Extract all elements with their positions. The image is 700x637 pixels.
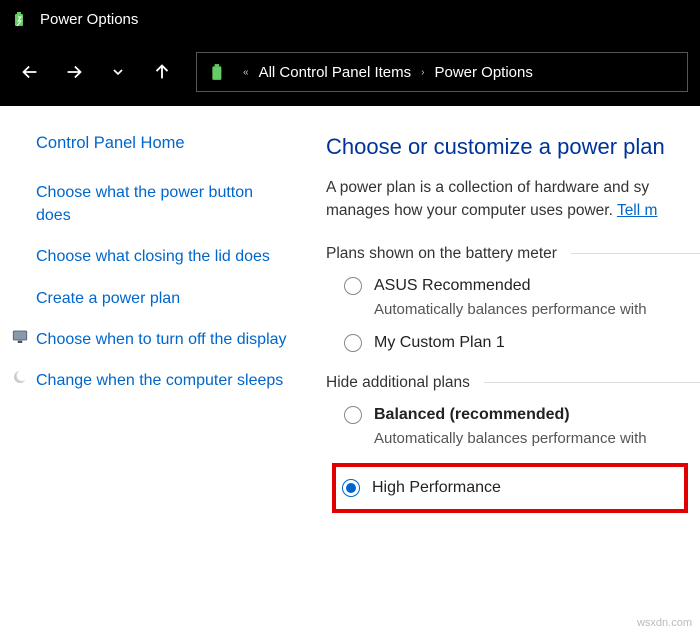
- plan-description: Automatically balances performance with: [374, 301, 700, 318]
- address-bar[interactable]: « All Control Panel Items › Power Option…: [196, 52, 688, 92]
- window-title: Power Options: [40, 11, 138, 28]
- plans-on-meter-group: Plans shown on the battery meter ASUS Re…: [326, 245, 700, 352]
- sidebar-link-power-button[interactable]: Choose what the power button does: [36, 181, 290, 227]
- breadcrumb-current[interactable]: Power Options: [430, 62, 536, 83]
- sidebar-link-create-plan[interactable]: Create a power plan: [36, 287, 290, 310]
- radio-balanced[interactable]: [344, 406, 362, 424]
- navbar: « All Control Panel Items › Power Option…: [0, 38, 700, 106]
- sidebar-link-closing-lid[interactable]: Choose what closing the lid does: [36, 245, 290, 268]
- recent-dropdown[interactable]: [100, 54, 136, 90]
- page-title: Choose or customize a power plan: [326, 134, 700, 160]
- radio-high-performance[interactable]: [342, 479, 360, 497]
- control-panel-home-link[interactable]: Control Panel Home: [36, 134, 290, 153]
- battery-icon: [10, 9, 30, 29]
- main-panel: Choose or customize a power plan A power…: [310, 134, 700, 535]
- highlight-box: High Performance: [332, 463, 688, 513]
- watermark: wsxdn.com: [637, 617, 692, 629]
- up-button[interactable]: [144, 54, 180, 90]
- radio-asus-recommended[interactable]: [344, 277, 362, 295]
- plan-name[interactable]: ASUS Recommended: [374, 277, 531, 295]
- back-button[interactable]: [12, 54, 48, 90]
- moon-icon: [10, 369, 30, 385]
- group-title: Plans shown on the battery meter: [326, 245, 557, 263]
- sidebar-link-computer-sleeps[interactable]: Change when the computer sleeps: [36, 369, 290, 392]
- battery-icon: [207, 61, 229, 83]
- plan-balanced: Balanced (recommended) Automatically bal…: [344, 406, 700, 447]
- page-description: A power plan is a collection of hardware…: [326, 176, 700, 223]
- plan-description: Automatically balances performance with: [374, 430, 700, 447]
- additional-plans-group: Hide additional plans Balanced (recommen…: [326, 374, 700, 513]
- plan-name[interactable]: Balanced (recommended): [374, 406, 570, 424]
- plan-name[interactable]: High Performance: [372, 479, 501, 497]
- sidebar: Control Panel Home Choose what the power…: [0, 134, 310, 535]
- plan-my-custom: My Custom Plan 1: [344, 334, 700, 352]
- sidebar-link-turn-off-display[interactable]: Choose when to turn off the display: [36, 328, 290, 351]
- group-title[interactable]: Hide additional plans: [326, 374, 470, 392]
- titlebar: Power Options: [0, 0, 700, 38]
- chevron-right-icon: ›: [421, 67, 424, 78]
- forward-button[interactable]: [56, 54, 92, 90]
- plan-name[interactable]: My Custom Plan 1: [374, 334, 505, 352]
- radio-my-custom[interactable]: [344, 334, 362, 352]
- monitor-icon: [10, 328, 30, 346]
- tell-me-more-link[interactable]: Tell m: [617, 202, 657, 219]
- plan-asus-recommended: ASUS Recommended Automatically balances …: [344, 277, 700, 318]
- breadcrumb-parent[interactable]: All Control Panel Items: [255, 62, 416, 83]
- chevron-left-icon: «: [243, 67, 249, 78]
